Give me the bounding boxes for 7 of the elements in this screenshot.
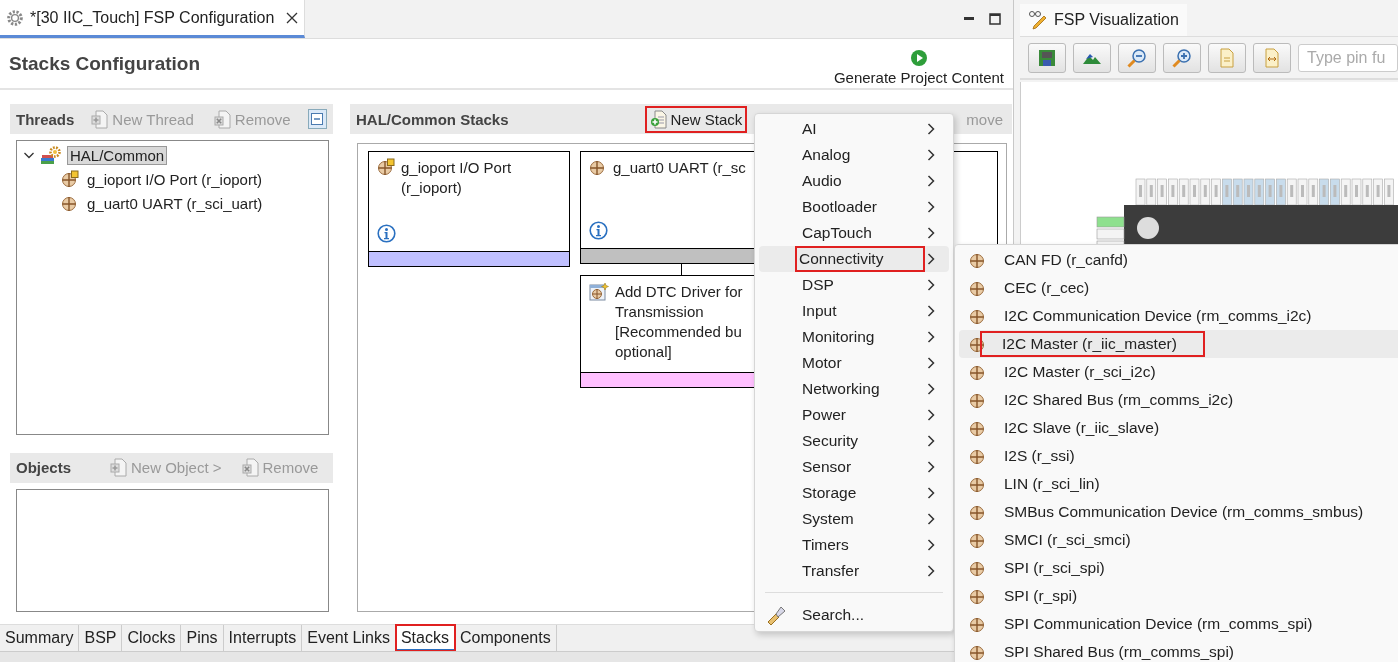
stack-title: g_ioport I/O Port (r_ioport)	[401, 158, 513, 198]
stack-title: Add DTC Driver for Transmission [Recommended bu optional]	[615, 282, 743, 362]
panel-title: Objects	[16, 459, 72, 477]
panel-title: HAL/Common Stacks	[356, 110, 509, 128]
panel-title: Threads	[16, 110, 75, 128]
stack-title: g_uart0 UART (r_sc	[613, 158, 746, 178]
page-title: Stacks Configuration	[9, 52, 201, 75]
